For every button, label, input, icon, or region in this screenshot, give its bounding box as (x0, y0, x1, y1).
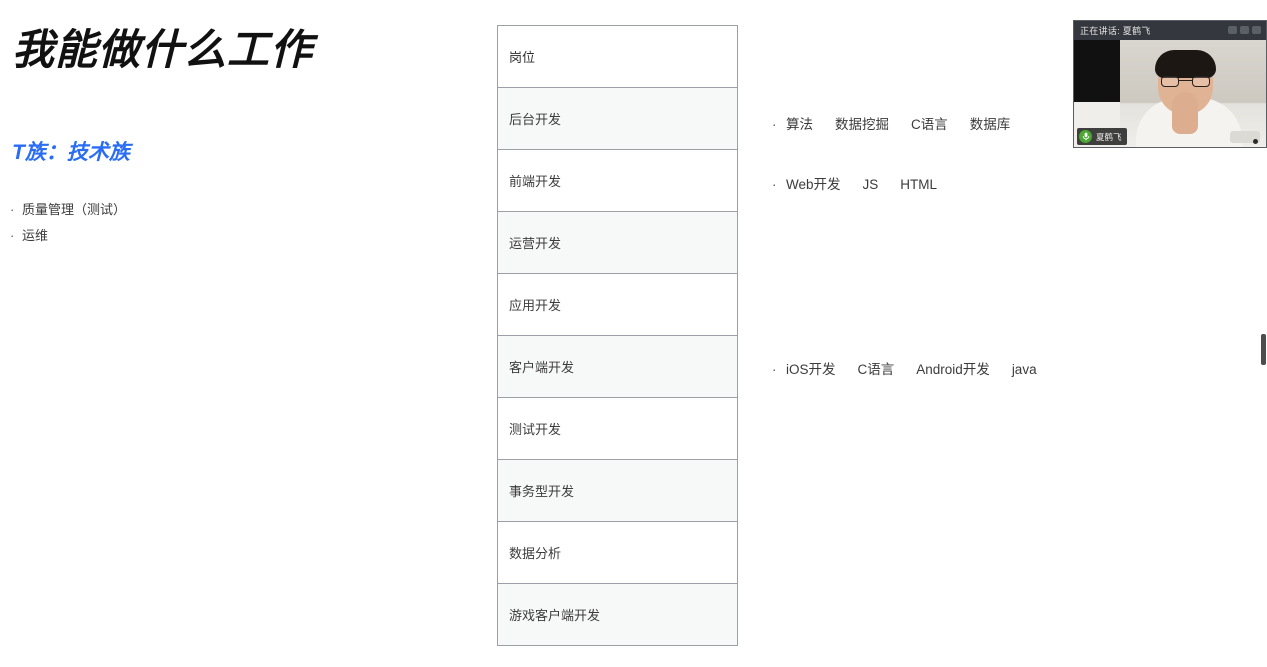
glasses-lens-left (1161, 76, 1179, 87)
table-row: 游戏客户端开发 (498, 584, 737, 646)
microphone-icon (1079, 130, 1092, 143)
skill-token: 算法 (786, 117, 813, 132)
glasses-icon (1161, 76, 1210, 87)
scrollbar-thumb[interactable] (1261, 334, 1266, 365)
table-cell-job-title: 游戏客户端开发 (509, 608, 601, 623)
list-item: · 质量管理（测试） (10, 199, 310, 220)
speaking-status-label: 正在讲话: 夏鹤飞 (1080, 26, 1151, 36)
table-row: 事务型开发 (498, 460, 737, 522)
skill-token: C语言 (911, 117, 948, 132)
section-heading-tech-family: T族：技术族 (12, 141, 130, 164)
skill-token: java (1011, 362, 1037, 377)
table-cell-job-title: 运营开发 (509, 236, 562, 251)
bullet-dot-icon: · (10, 202, 15, 217)
skill-token: 数据库 (969, 117, 1011, 132)
skill-note: · iOS开发 C语言 Android开发 java (772, 361, 1037, 379)
speaker-hand (1172, 92, 1198, 134)
bullet-dot-icon: · (772, 362, 777, 377)
list-item-label: 运维 (22, 228, 49, 243)
bullet-dot-icon: · (772, 177, 777, 192)
table-row: 后台开发 (498, 88, 737, 150)
window-controls[interactable] (1228, 26, 1261, 34)
skill-token: C语言 (857, 362, 895, 377)
video-overlay-titlebar[interactable]: 正在讲话: 夏鹤飞 (1074, 21, 1266, 40)
left-bullet-list: · 质量管理（测试） · 运维 (10, 199, 310, 251)
video-conference-overlay[interactable]: 正在讲话: 夏鹤飞 夏鹤飞 (1073, 20, 1267, 148)
bullet-dot-icon: · (10, 228, 15, 243)
table-row: 运营开发 (498, 212, 737, 274)
table-row: 客户端开发 (498, 336, 737, 398)
desk-object-dot (1253, 139, 1258, 144)
page-title: 我能做什么工作 (12, 26, 314, 73)
list-item: · 运维 (10, 225, 310, 246)
table-column-header: 岗位 (509, 50, 536, 65)
video-background-dark-area (1074, 40, 1120, 102)
table-row: 测试开发 (498, 398, 737, 460)
skill-token-group: iOS开发 C语言 Android开发 java (786, 361, 1037, 379)
skill-token: iOS开发 (786, 362, 836, 377)
skill-token: Android开发 (916, 362, 990, 377)
table-cell-job-title: 事务型开发 (509, 484, 575, 499)
speaker-hair (1155, 50, 1216, 78)
bullet-dot-icon: · (772, 117, 777, 132)
skill-token: 数据挖掘 (835, 117, 889, 132)
speaker-name-label: 夏鹤飞 (1096, 131, 1122, 142)
close-icon[interactable] (1252, 26, 1261, 34)
skill-token: JS (862, 177, 879, 192)
page-scrollbar[interactable] (1261, 0, 1267, 667)
table-cell-job-title: 后台开发 (509, 112, 562, 127)
table-cell-job-title: 测试开发 (509, 422, 562, 437)
table-row: 数据分析 (498, 522, 737, 584)
minimize-icon[interactable] (1228, 26, 1237, 34)
table-cell-job-title: 应用开发 (509, 298, 562, 313)
table-cell-job-title: 客户端开发 (509, 360, 575, 375)
table-cell-job-title: 前端开发 (509, 174, 562, 189)
glasses-bridge (1179, 80, 1192, 82)
skill-token-group: Web开发 JS HTML (786, 176, 937, 194)
speaker-name-badge: 夏鹤飞 (1077, 128, 1127, 145)
maximize-icon[interactable] (1240, 26, 1249, 34)
skill-token: HTML (900, 177, 938, 192)
table-row: 应用开发 (498, 274, 737, 336)
glasses-lens-right (1192, 76, 1210, 87)
video-stage[interactable]: 夏鹤飞 (1074, 40, 1266, 147)
skill-note: · Web开发 JS HTML (772, 176, 937, 194)
jobs-table: 岗位 后台开发 前端开发 运营开发 应用开发 客户端开发 测试开发 事务型开发 … (497, 25, 738, 646)
table-cell-job-title: 数据分析 (509, 546, 562, 561)
skill-token: Web开发 (786, 177, 841, 192)
skill-note: · 算法 数据挖掘 C语言 数据库 (772, 116, 1010, 134)
table-header-row: 岗位 (498, 26, 737, 88)
list-item-label: 质量管理（测试） (22, 202, 127, 217)
skill-token-group: 算法 数据挖掘 C语言 数据库 (786, 116, 1010, 134)
table-row: 前端开发 (498, 150, 737, 212)
